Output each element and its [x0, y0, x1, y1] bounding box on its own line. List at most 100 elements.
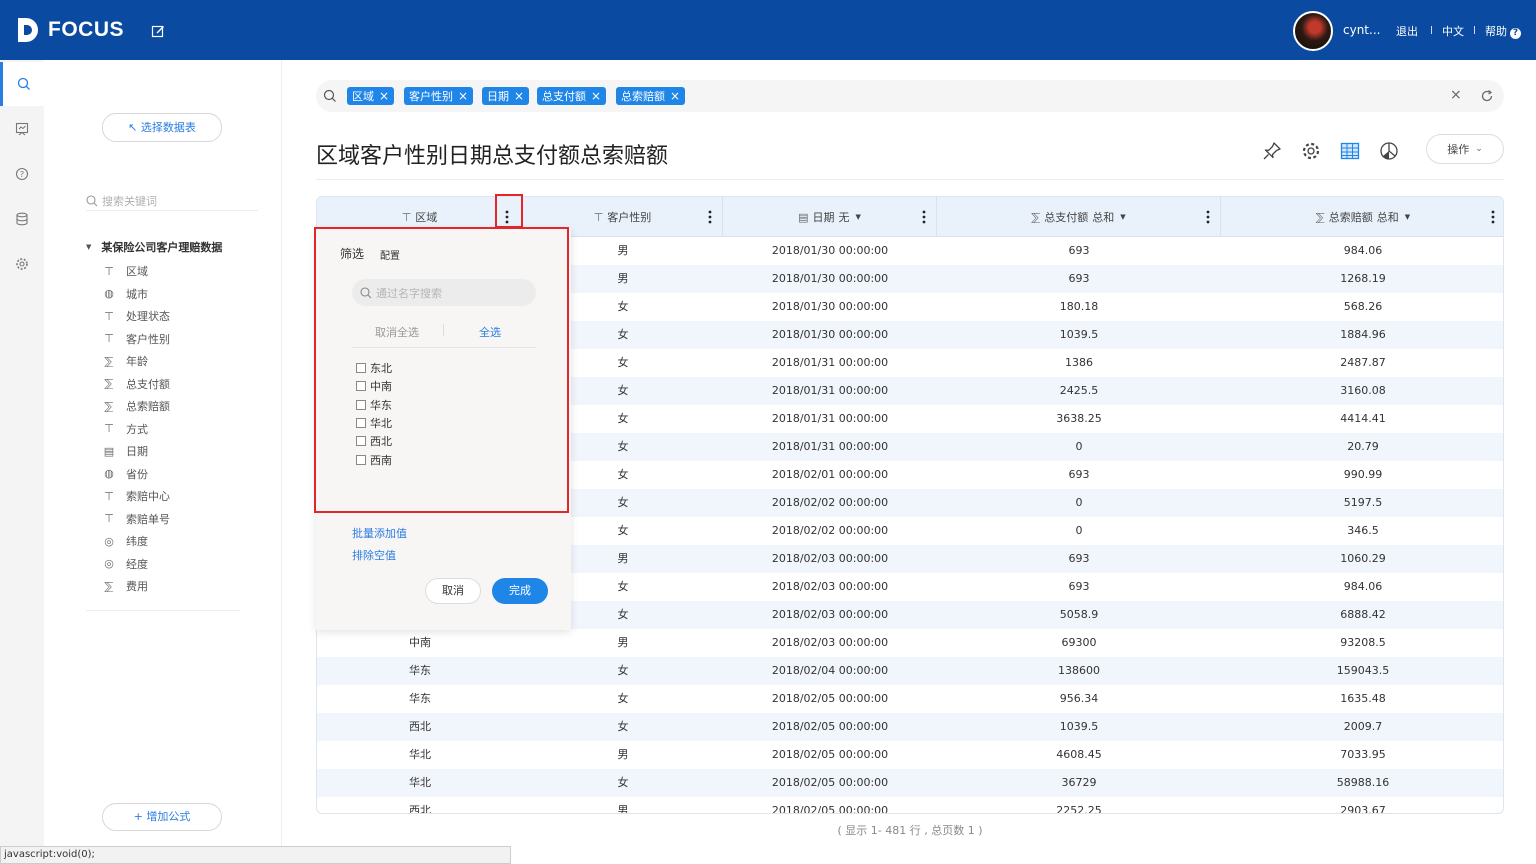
edit-icon[interactable]: [151, 24, 165, 38]
globe-icon: ◍: [104, 287, 114, 301]
remove-chip-icon[interactable]: ×: [379, 89, 389, 103]
globe-icon: ◍: [104, 467, 114, 481]
field-item[interactable]: ⊤ 索赔中心: [102, 485, 170, 508]
settings-button[interactable]: [1299, 139, 1323, 163]
field-item[interactable]: ⊤ 客户性别: [102, 328, 170, 351]
text-type-icon: ⊤: [104, 309, 114, 323]
table-cell: 男: [617, 804, 629, 814]
keyword-search-input[interactable]: 搜索关键词: [86, 191, 258, 211]
table-cell: 2009.7: [1343, 720, 1383, 733]
table-cell: 华北: [409, 776, 431, 789]
search-chip[interactable]: 总支付额 ×: [537, 87, 607, 105]
bulk-add-values-link[interactable]: 批量添加值: [352, 525, 407, 541]
column-menu-icon[interactable]: [708, 210, 712, 224]
dataset-tree-root[interactable]: ▼ 某保险公司客户理赔数据: [86, 239, 222, 255]
avatar[interactable]: [1293, 11, 1333, 51]
language-link[interactable]: 中文: [1442, 23, 1464, 39]
field-item[interactable]: ◎ 经度: [102, 553, 170, 576]
field-label: 区域: [126, 265, 148, 279]
search-chip[interactable]: 日期 ×: [482, 87, 530, 105]
field-item[interactable]: ⅀ 年龄: [102, 350, 170, 373]
search-chip[interactable]: 区域 ×: [347, 87, 395, 105]
remove-chip-icon[interactable]: ×: [591, 89, 601, 103]
refresh-icon[interactable]: [1480, 89, 1494, 103]
table-cell: 0: [1075, 496, 1083, 509]
rail-search[interactable]: [0, 62, 44, 106]
field-item[interactable]: ◍ 城市: [102, 283, 170, 306]
chip-label: 总支付额: [542, 90, 586, 103]
table-view-button[interactable]: [1338, 139, 1362, 163]
table-row: 华东 女 2018/02/05 00:00:00 956.34 1635.48: [317, 685, 1503, 713]
table-cell: 693: [1068, 580, 1090, 593]
help-label: 帮助: [1485, 25, 1507, 38]
search-bar[interactable]: 区域 × 客户性别 × 日期 × 总支付额 × 总索赔额 × ×: [316, 80, 1504, 112]
caret-down-icon: ▼: [86, 243, 92, 251]
column-header-date[interactable]: ▤ 日期 无 ▼: [723, 197, 937, 237]
caret-down-icon[interactable]: ▼: [856, 213, 861, 221]
add-formula-button[interactable]: + 增加公式: [102, 803, 222, 831]
help-link[interactable]: 帮助?: [1485, 23, 1521, 39]
field-item[interactable]: ◎ 纬度: [102, 530, 170, 553]
text-type-icon: ⊤: [104, 489, 114, 503]
table-cell: 华东: [409, 664, 431, 677]
operations-dropdown[interactable]: 操作 ⌄: [1426, 134, 1504, 164]
field-label: 索赔单号: [126, 512, 170, 526]
rail-settings[interactable]: [0, 242, 44, 286]
pagination-info: ( 显示 1- 481 行 , 总页数 1 ): [837, 824, 983, 837]
table-cell: 2903.67: [1340, 804, 1386, 814]
column-menu-icon[interactable]: [1491, 210, 1495, 224]
clear-search-icon[interactable]: ×: [1450, 87, 1462, 103]
caret-down-icon[interactable]: ▼: [1120, 213, 1125, 221]
column-header-total-paid[interactable]: ⅀ 总支付额 总和 ▼: [937, 197, 1221, 237]
rail-dashboard[interactable]: [0, 107, 44, 151]
table-cell: 女: [617, 664, 629, 677]
logout-link[interactable]: 退出: [1396, 23, 1418, 39]
rail-help[interactable]: ?: [0, 152, 44, 196]
search-chip[interactable]: 总索赔额 ×: [616, 87, 686, 105]
column-menu-icon[interactable]: [1206, 210, 1210, 224]
field-item[interactable]: ⅀ 总索赔额: [102, 395, 170, 418]
rail-data[interactable]: [0, 197, 44, 241]
chart-view-button[interactable]: [1377, 139, 1401, 163]
field-item[interactable]: ⊤ 区域: [102, 260, 170, 283]
pie-chart-icon: [1380, 142, 1398, 160]
cancel-button[interactable]: 取消: [425, 578, 481, 604]
select-dataset-button[interactable]: ↖ 选择数据表: [102, 113, 222, 142]
field-label: 总支付额: [126, 377, 170, 391]
remove-chip-icon[interactable]: ×: [458, 89, 468, 103]
column-menu-icon[interactable]: [922, 210, 926, 224]
field-item[interactable]: ⊤ 索赔单号: [102, 508, 170, 531]
user-name[interactable]: cynt...: [1343, 23, 1380, 37]
remove-chip-icon[interactable]: ×: [670, 89, 680, 103]
pin-button[interactable]: [1260, 139, 1284, 163]
text-type-icon: ⊤: [104, 264, 114, 278]
field-item[interactable]: ⊤ 处理状态: [102, 305, 170, 328]
table-cell: 693: [1068, 468, 1090, 481]
text-type-icon: ⊤: [104, 332, 114, 346]
column-header-total-claim[interactable]: ⅀ 总索赔额 总和 ▼: [1221, 197, 1503, 237]
logo[interactable]: FOCUS: [16, 16, 124, 44]
field-item[interactable]: ▤ 日期: [102, 440, 170, 463]
table-cell: 693: [1068, 552, 1090, 565]
number-type-icon: ⅀: [104, 579, 114, 593]
title-divider: [316, 179, 1504, 180]
field-item[interactable]: ⅀ 费用: [102, 575, 170, 598]
field-label: 年龄: [126, 355, 148, 369]
table-cell: 984.06: [1343, 244, 1383, 257]
table-cell: 693: [1068, 272, 1090, 285]
number-type-icon: ⅀: [104, 354, 114, 368]
exclude-empty-link[interactable]: 排除空值: [352, 547, 396, 563]
table-cell: 2018/02/03 00:00:00: [771, 580, 889, 593]
table-cell: 2018/01/30 00:00:00: [771, 272, 889, 285]
field-item[interactable]: ⊤ 方式: [102, 418, 170, 441]
remove-chip-icon[interactable]: ×: [514, 89, 524, 103]
help-icon: ?: [1510, 28, 1521, 39]
table-cell: 138600: [1058, 664, 1100, 677]
field-item[interactable]: ⅀ 总支付额: [102, 373, 170, 396]
field-item[interactable]: ◍ 省份: [102, 463, 170, 486]
caret-down-icon[interactable]: ▼: [1405, 213, 1410, 221]
field-label: 费用: [126, 580, 148, 594]
coordinate-icon: ◎: [104, 534, 114, 548]
search-chip[interactable]: 客户性别 ×: [404, 87, 474, 105]
done-button[interactable]: 完成: [492, 578, 548, 604]
